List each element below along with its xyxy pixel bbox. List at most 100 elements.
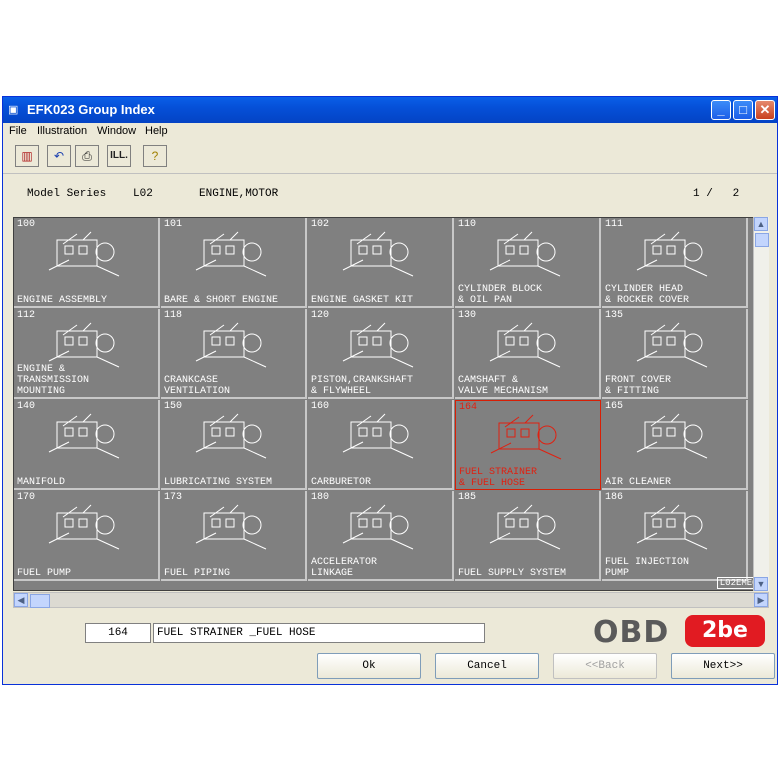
group-number: 185: [458, 492, 477, 503]
model-series-bar: Model Series L02 ENGINE,MOTOR 1 / 2: [3, 187, 777, 205]
hscroll-thumb[interactable]: [30, 594, 50, 608]
group-tile[interactable]: 164 FUEL STRAINER & FUEL HOSE: [455, 400, 601, 490]
help-icon[interactable]: ?: [143, 145, 167, 167]
group-label: FUEL INJECTION PUMP: [605, 557, 690, 579]
part-illustration-icon: [195, 231, 267, 277]
group-tile[interactable]: 185 FUEL SUPPLY SYSTEM: [455, 491, 601, 581]
group-label: CYLINDER HEAD & ROCKER COVER: [605, 284, 690, 306]
group-label: ENGINE GASKET KIT: [311, 295, 414, 306]
next-button[interactable]: Next>>: [671, 653, 775, 679]
group-tile[interactable]: 118 CRANKCASE VENTILATION: [161, 309, 307, 399]
group-label: FUEL STRAINER & FUEL HOSE: [459, 467, 538, 489]
cancel-button[interactable]: Cancel: [435, 653, 539, 679]
part-illustration-icon: [342, 231, 414, 277]
group-tile[interactable]: 110 CYLINDER BLOCK & OIL PAN: [455, 218, 601, 308]
minimize-button[interactable]: _: [711, 100, 731, 120]
menu-illustration[interactable]: Illustration: [37, 125, 87, 137]
selected-group-description: FUEL STRAINER _FUEL HOSE: [153, 623, 485, 643]
menu-bar: File Illustration Window Help: [3, 123, 777, 141]
group-label: CARBURETOR: [311, 477, 372, 488]
part-illustration-icon: [636, 504, 708, 550]
close-button[interactable]: ✕: [755, 100, 775, 120]
scroll-up-icon[interactable]: ▲: [754, 217, 768, 231]
group-number: 180: [311, 492, 330, 503]
part-illustration-icon: [636, 413, 708, 459]
group-label: BARE & SHORT ENGINE: [164, 295, 279, 306]
selected-group-number: 164: [85, 623, 151, 643]
group-number: 112: [17, 310, 36, 321]
group-tile[interactable]: 173 FUEL PIPING: [161, 491, 307, 581]
part-illustration-icon: [636, 322, 708, 368]
group-tile[interactable]: 170 FUEL PUMP: [14, 491, 160, 581]
part-illustration-icon: [489, 231, 561, 277]
part-illustration-icon: [48, 231, 120, 277]
group-tile[interactable]: 180 ACCELERATOR LINKAGE: [308, 491, 454, 581]
group-label: MANIFOLD: [17, 477, 66, 488]
scroll-left-icon[interactable]: ◀: [14, 593, 28, 607]
group-tile[interactable]: 102 ENGINE GASKET KIT: [308, 218, 454, 308]
part-illustration-icon: [489, 322, 561, 368]
group-tile[interactable]: 140 MANIFOLD: [14, 400, 160, 490]
menu-window[interactable]: Window: [97, 125, 136, 137]
vscroll-thumb[interactable]: [755, 233, 769, 247]
app-icon: ▣: [8, 104, 19, 116]
group-number: 100: [17, 219, 36, 230]
obd2be-logo: OBD 2be: [593, 615, 773, 651]
group-grid: 100 ENGINE ASSEMBLY 101 BARE & SHORT ENGINE…: [13, 217, 769, 591]
group-label: ACCELERATOR LINKAGE: [311, 557, 378, 579]
group-number: 170: [17, 492, 36, 503]
maximize-button[interactable]: □: [733, 100, 753, 120]
group-tile[interactable]: 111 CYLINDER HEAD & ROCKER COVER: [602, 218, 748, 308]
logo-obd-text: OBD: [593, 615, 670, 650]
group-tile[interactable]: 112 ENGINE & TRANSMISSION MOUNTING: [14, 309, 160, 399]
menu-help[interactable]: Help: [145, 125, 168, 137]
logo-2be-text: 2be: [685, 615, 765, 647]
back-button[interactable]: <<Back: [553, 653, 657, 679]
group-tile[interactable]: 165 AIR CLEANER: [602, 400, 748, 490]
catalog-icon[interactable]: ▥: [15, 145, 39, 167]
group-number: 160: [311, 401, 330, 412]
horizontal-scrollbar[interactable]: ◀ ▶: [13, 592, 769, 608]
page-indicator: 1 / 2: [693, 188, 740, 200]
group-number: 111: [605, 219, 624, 230]
group-number: 110: [458, 219, 477, 230]
group-number: 164: [459, 402, 478, 413]
group-label: PISTON,CRANKSHAFT & FLYWHEEL: [311, 375, 414, 397]
group-number: 102: [311, 219, 330, 230]
group-label: CYLINDER BLOCK & OIL PAN: [458, 284, 543, 306]
part-illustration-icon: [490, 414, 562, 460]
group-tile[interactable]: 130 CAMSHAFT & VALVE MECHANISM: [455, 309, 601, 399]
group-label: AIR CLEANER: [605, 477, 672, 488]
part-illustration-icon: [48, 413, 120, 459]
group-tile[interactable]: 186 FUEL INJECTION PUMP: [602, 491, 748, 581]
group-label: CRANKCASE VENTILATION: [164, 375, 231, 397]
group-tile[interactable]: 100 ENGINE ASSEMBLY: [14, 218, 160, 308]
scroll-down-icon[interactable]: ▼: [754, 577, 768, 591]
vertical-scrollbar[interactable]: ▲ ▼: [753, 217, 769, 591]
model-series-value: L02: [133, 188, 153, 200]
part-illustration-icon: [195, 413, 267, 459]
scroll-right-icon[interactable]: ▶: [754, 593, 768, 607]
illustration-icon[interactable]: ILL.: [107, 145, 131, 167]
group-label: ENGINE & TRANSMISSION MOUNTING: [17, 364, 90, 397]
group-number: 173: [164, 492, 183, 503]
part-illustration-icon: [195, 322, 267, 368]
group-label: LUBRICATING SYSTEM: [164, 477, 273, 488]
undo-icon[interactable]: ↶: [47, 145, 71, 167]
group-tile[interactable]: 120 PISTON,CRANKSHAFT & FLYWHEEL: [308, 309, 454, 399]
model-series-label: Model Series: [27, 188, 107, 200]
print-icon[interactable]: ⎙: [75, 145, 99, 167]
title-bar[interactable]: ▣ EFK023 Group Index _ □ ✕: [3, 97, 777, 123]
part-illustration-icon: [48, 504, 120, 550]
group-number: 101: [164, 219, 183, 230]
part-illustration-icon: [489, 504, 561, 550]
group-tile[interactable]: 135 FRONT COVER & FITTING: [602, 309, 748, 399]
group-tile[interactable]: 150 LUBRICATING SYSTEM: [161, 400, 307, 490]
menu-file[interactable]: File: [9, 125, 27, 137]
group-tile[interactable]: 160 CARBURETOR: [308, 400, 454, 490]
part-illustration-icon: [342, 504, 414, 550]
group-number: 186: [605, 492, 624, 503]
toolbar: ▥ ↶ ⎙ ILL. ?: [3, 141, 777, 174]
group-tile[interactable]: 101 BARE & SHORT ENGINE: [161, 218, 307, 308]
ok-button[interactable]: Ok: [317, 653, 421, 679]
